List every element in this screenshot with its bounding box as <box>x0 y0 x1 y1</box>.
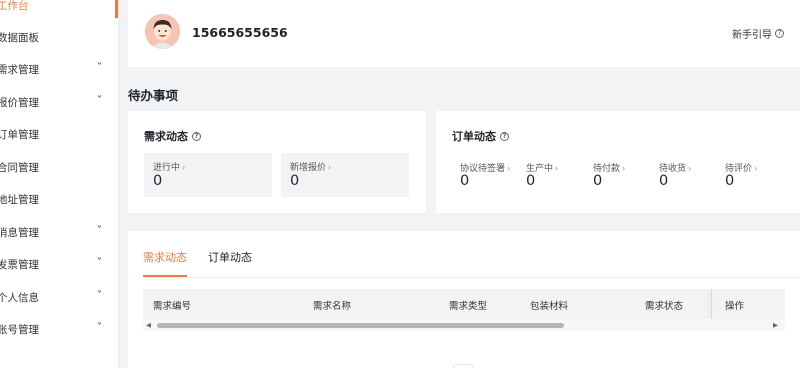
sidebar-item-account[interactable]: 账号管理 ˅ <box>0 319 112 339</box>
sidebar-item-quote[interactable]: 报价管理 ˅ <box>0 92 112 112</box>
column-header: 需求状态 <box>645 301 684 312</box>
sidebar-item-demand[interactable]: 需求管理 ˅ <box>0 59 112 79</box>
stat-label: 新增报价 › <box>290 160 331 173</box>
table-header: 需求编号 需求名称 需求类型 包装材料 需求状态 操作 <box>143 289 785 319</box>
tab-demand-dynamics[interactable]: 需求动态 <box>143 249 187 265</box>
chevron-down-icon: ˅ <box>96 225 103 236</box>
avatar[interactable] <box>145 14 180 49</box>
chevron-right-icon: › <box>688 164 692 173</box>
sidebar-item-address[interactable]: 地址管理 <box>0 189 112 209</box>
sidebar-item-label: 工作台 <box>0 0 29 12</box>
beginner-guide-label: 新手引导 <box>732 30 772 41</box>
column-header: 需求名称 <box>313 301 352 312</box>
stat-value: 0 <box>593 173 603 189</box>
user-header: 15665655656 新手引导 ? <box>128 0 800 67</box>
stat-value: 0 <box>290 173 300 189</box>
sidebar-item-label: 订单管理 <box>0 128 39 141</box>
chevron-right-icon: › <box>622 164 626 173</box>
sidebar-item-label: 发票管理 <box>0 258 39 271</box>
sidebar-active-indicator <box>115 0 118 18</box>
horizontal-scrollbar[interactable]: ◀ ▶ <box>143 319 785 331</box>
user-phone: 15665655656 <box>192 25 288 40</box>
sidebar-item-workbench[interactable]: 工作台 <box>0 0 112 15</box>
chevron-right-icon: › <box>555 164 559 173</box>
column-header: 包装材料 <box>530 301 569 312</box>
column-header-actions: 操作 <box>725 301 745 312</box>
order-dynamics-card: 订单动态 ? 协议待签署 › 0 生产中 › 0 待付款 › 0 待收货 › 0 待评价… <box>436 111 800 213</box>
sidebar-item-profile[interactable]: 个人信息 ˅ <box>0 287 112 307</box>
demand-dynamics-card: 需求动态 ? 进行中 › 0 新增报价 › 0 <box>128 111 426 213</box>
sidebar-item-label: 需求管理 <box>0 63 39 76</box>
sidebar-item-label: 报价管理 <box>0 96 39 109</box>
stat-label-text: 新增报价 <box>290 163 327 173</box>
sidebar-item-contract[interactable]: 合同管理 <box>0 157 112 177</box>
stat-value: 0 <box>526 173 536 189</box>
column-header: 需求编号 <box>153 301 192 312</box>
sidebar-item-label: 合同管理 <box>0 161 39 174</box>
chevron-down-icon: ˅ <box>96 257 103 268</box>
stat-in-progress[interactable]: 进行中 › 0 <box>144 153 272 197</box>
stat-value: 0 <box>153 173 163 189</box>
active-tab-underline <box>143 275 187 277</box>
avatar-illustration <box>145 14 180 49</box>
column-header: 需求类型 <box>449 301 488 312</box>
sidebar-item-order[interactable]: 订单管理 <box>0 124 112 144</box>
sidebar-item-label: 账号管理 <box>0 323 39 336</box>
fixed-column-divider <box>711 289 712 319</box>
scroll-right-icon[interactable]: ▶ <box>773 321 781 329</box>
chevron-down-icon: ˅ <box>96 290 103 301</box>
tab-divider <box>143 277 800 278</box>
dynamics-table-panel: 需求动态 订单动态 需求编号 需求名称 需求类型 包装材料 需求状态 操作 ◀ … <box>128 231 800 368</box>
chevron-right-icon: › <box>507 164 511 173</box>
order-card-title: 订单动态 ? <box>452 128 509 144</box>
chevron-right-icon: › <box>754 164 758 173</box>
sidebar-item-label: 消息管理 <box>0 226 39 239</box>
scroll-left-icon[interactable]: ◀ <box>146 321 154 329</box>
order-card-title-text: 订单动态 <box>452 130 496 143</box>
scrollbar-thumb[interactable] <box>157 323 564 328</box>
chevron-down-icon: ˅ <box>96 322 103 333</box>
pagination-control[interactable] <box>453 364 473 368</box>
sidebar-item-message[interactable]: 消息管理 ˅ <box>0 222 112 242</box>
stat-new-quotes[interactable]: 新增报价 › 0 <box>281 153 409 197</box>
sidebar-item-invoice[interactable]: 发票管理 ˅ <box>0 254 112 274</box>
chevron-right-icon: › <box>182 163 186 172</box>
sidebar: 工作台 数据面板 需求管理 ˅ 报价管理 ˅ 订单管理 合同管理 地址管理 消息… <box>0 0 119 368</box>
help-icon[interactable]: ? <box>500 131 509 141</box>
stat-value: 0 <box>460 173 470 189</box>
stat-label: 进行中 › <box>153 160 185 173</box>
sidebar-item-label: 个人信息 <box>0 291 39 304</box>
chevron-right-icon: › <box>328 163 332 172</box>
sidebar-item-data-panel[interactable]: 数据面板 <box>0 27 112 47</box>
demand-card-title-text: 需求动态 <box>144 130 188 143</box>
sidebar-item-label: 数据面板 <box>0 31 39 44</box>
help-icon[interactable]: ? <box>192 131 201 141</box>
chevron-down-icon: ˅ <box>96 95 103 106</box>
beginner-guide-link[interactable]: 新手引导 ? <box>732 26 784 41</box>
stat-value: 0 <box>725 173 735 189</box>
stat-label-text: 进行中 <box>153 163 181 173</box>
stat-value: 0 <box>659 173 669 189</box>
chevron-down-icon: ˅ <box>96 62 103 73</box>
help-icon: ? <box>775 29 784 38</box>
tab-order-dynamics[interactable]: 订单动态 <box>208 249 252 265</box>
sidebar-item-label: 地址管理 <box>0 193 39 206</box>
demand-card-title: 需求动态 ? <box>144 128 201 144</box>
todo-section-title: 待办事项 <box>128 88 179 103</box>
